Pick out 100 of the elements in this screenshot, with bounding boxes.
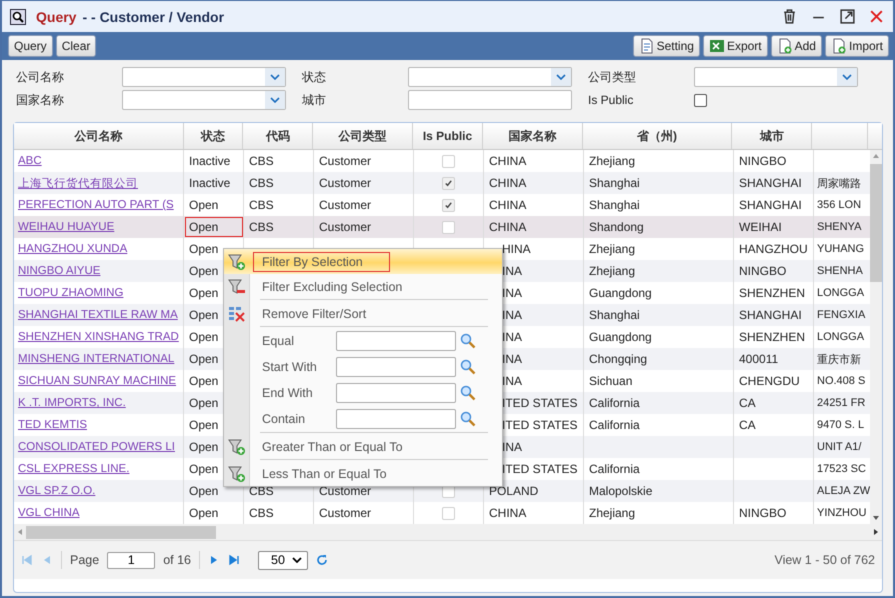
table-cell: LONGGA [817,331,864,343]
page-input[interactable]: 1 [107,552,156,568]
scroll-down-icon[interactable] [872,514,880,522]
filter-label: 公司类型 [588,68,637,86]
remove-filter-icon [228,304,246,322]
company-link[interactable]: CONSOLIDATED POWERS LI [18,441,175,453]
company-link[interactable]: WEIHAU HUAYUE [18,221,114,233]
chevron-down-icon [556,74,566,80]
table-cell: CHENGDU [739,374,800,388]
filter-dropdown[interactable] [122,90,286,110]
filter-label: 状态 [302,68,327,86]
filter-value-input[interactable] [336,331,456,351]
toolbar-button[interactable]: Export [702,35,768,57]
search-icon [10,8,26,24]
filter-value-input[interactable] [336,383,456,403]
horizontal-scrollbar[interactable] [14,524,882,541]
table-cell: INA [502,286,522,300]
filter-value-input[interactable] [336,409,456,429]
company-link[interactable]: SHANGHAI TEXTILE RAW MA [18,309,178,321]
trash-icon[interactable] [781,8,798,25]
table-cell: INA [502,440,522,454]
filter-input[interactable] [408,90,572,110]
chevron-down-icon [270,74,280,80]
table-cell: HINA [502,242,531,256]
table-cell: INA [502,330,522,344]
table-cell: 17523 SC [817,463,866,475]
spreadsheet-icon [708,38,725,54]
filter-label: 国家名称 [16,92,65,108]
vertical-scrollbar[interactable] [870,150,882,524]
filter-plus-icon [228,438,246,456]
company-link[interactable]: TED KEMTIS [18,419,88,431]
scroll-up-icon[interactable] [872,152,880,160]
filter-value-input[interactable] [336,357,456,377]
company-link[interactable]: MINSHENG INTERNATIONAL [18,353,174,365]
company-link[interactable]: SHENZHEN XINSHANG TRAD [18,331,179,343]
scroll-left-icon[interactable] [16,528,24,536]
table-cell: ITED STATES [502,396,578,410]
page-size-dropdown[interactable]: 50 [258,550,308,570]
table-cell: Zhejiang [589,242,636,256]
table-cell: Customer [319,220,372,234]
table-cell: 400011 [739,352,778,366]
filter-label: Is Public [588,93,634,107]
column-header[interactable]: 城市 [732,123,812,149]
table-cell: Inactive [184,172,244,194]
search-icon[interactable] [460,359,476,375]
table-cell: SHENZHEN [739,286,806,300]
company-link[interactable]: SICHUAN SUNRAY MACHINE [18,375,176,387]
table-cell: Shanghai [589,198,640,212]
scroll-right-icon[interactable] [872,528,880,536]
table-cell: SHANGHAI [739,198,802,212]
table-cell: CBS [249,198,274,212]
company-link[interactable]: 上海飞行货代有限公司 [18,176,138,190]
company-link[interactable]: HANGZHOU XUNDA [18,243,128,255]
toolbar-button[interactable]: Setting [632,35,700,57]
table-cell: INA [502,264,522,278]
column-header[interactable]: 公司类型 [313,123,414,149]
company-link[interactable]: K .T. IMPORTS, INC. [18,397,126,409]
table-cell: Zhejiang [589,154,636,168]
search-icon[interactable] [460,385,476,401]
column-header[interactable]: 代码 [243,123,314,149]
company-link[interactable]: PERFECTION AUTO PART (S [18,199,174,211]
column-header[interactable]: 国家名称 [482,123,583,149]
table-cell: Guangdong [589,286,652,300]
table-cell: CHINA [489,154,526,168]
table-cell: NINGBO [739,506,786,520]
table-cell: INA [502,374,522,388]
menu-item[interactable]: Filter By Selection [224,249,502,274]
table-cell: Customer [319,176,372,190]
column-header[interactable]: Is Public [413,123,483,149]
company-link[interactable]: TUOPU ZHAOMING [18,287,124,299]
checkbox[interactable] [694,94,707,106]
table-cell: FENGXIA [817,309,866,321]
toolbar-button[interactable]: Import [824,35,889,57]
company-link[interactable]: ABC [18,155,42,167]
column-header[interactable]: 状态 [184,123,244,149]
close-icon[interactable] [868,8,885,25]
filter-dropdown[interactable] [122,67,286,87]
table-cell: CA [739,418,756,432]
maximize-icon[interactable] [839,8,856,25]
column-header[interactable]: 公司名称 [14,123,184,149]
refresh-icon[interactable] [316,554,328,566]
company-link[interactable]: NINGBO AIYUE [18,265,100,277]
first-page-icon[interactable] [21,554,33,566]
search-icon[interactable] [460,333,476,349]
company-link[interactable]: CSL EXPRESS LINE. [18,463,130,475]
filter-dropdown[interactable] [694,67,858,87]
company-link[interactable]: VGL SP.Z O.O. [18,485,96,497]
search-icon[interactable] [460,411,476,427]
company-link[interactable]: VGL CHINA [18,507,80,519]
table-cell: ITED STATES [502,418,578,432]
toolbar-button[interactable]: Query [8,35,53,57]
document-plus-icon [776,38,793,54]
filter-dropdown[interactable] [408,67,572,87]
last-page-icon[interactable] [228,554,240,566]
column-header[interactable]: 省（州) [582,123,732,149]
table-cell: CBS [249,154,274,168]
window-title: - - Customer / Vendor [82,8,224,24]
toolbar-button[interactable]: Add [770,35,822,57]
table-cell: LONGGA [817,287,864,299]
toolbar-button[interactable]: Clear [56,35,96,57]
